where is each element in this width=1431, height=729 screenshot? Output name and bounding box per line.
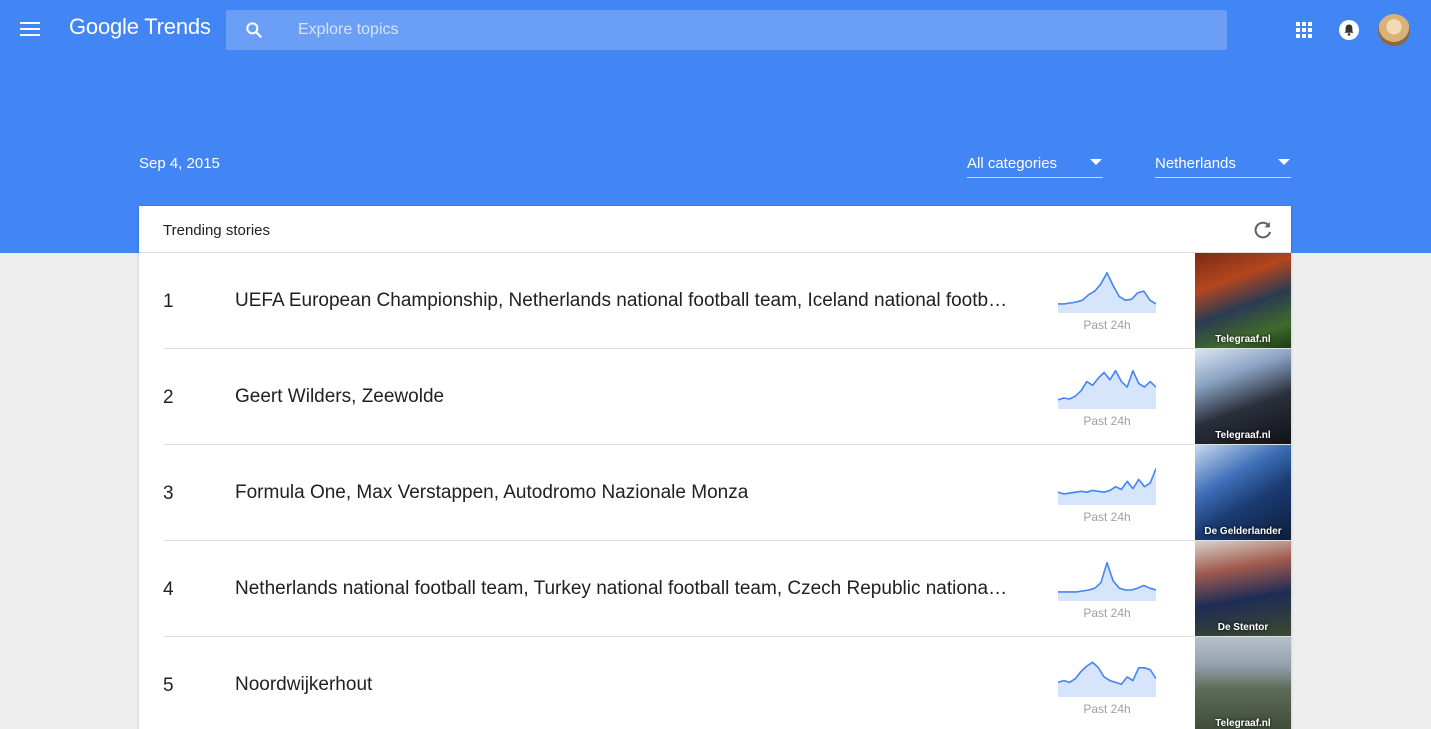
image-source-label: Telegraaf.nl xyxy=(1215,334,1271,345)
search-input[interactable] xyxy=(298,10,1198,50)
image-source-label: De Stentor xyxy=(1217,622,1269,633)
story-title[interactable]: Noordwijkerhout xyxy=(235,674,1010,696)
country-dropdown-label: Netherlands xyxy=(1155,155,1236,172)
story-title[interactable]: UEFA European Championship, Netherlands … xyxy=(235,290,1010,312)
google-trends-logo[interactable]: Google Trends xyxy=(69,14,211,40)
story-title[interactable]: Geert Wilders, Zeewolde xyxy=(235,386,1010,408)
story-thumbnail[interactable]: De Gelderlander xyxy=(1195,445,1291,540)
story-rank: 4 xyxy=(163,579,174,600)
story-row[interactable]: 5 Noordwijkerhout Past 24h Telegraaf.nl xyxy=(139,637,1291,729)
image-source-label: De Gelderlander xyxy=(1204,526,1282,537)
story-row[interactable]: 3 Formula One, Max Verstappen, Autodromo… xyxy=(139,445,1291,541)
category-dropdown[interactable]: All categories xyxy=(967,150,1103,178)
sparkline-label: Past 24h xyxy=(1083,606,1131,620)
sparkline-label: Past 24h xyxy=(1083,510,1131,524)
date-label: Sep 4, 2015 xyxy=(139,155,220,172)
story-rank: 2 xyxy=(163,387,174,408)
sparkline-area xyxy=(1058,562,1156,601)
trending-stories-card: Trending stories 1 UEFA European Champio… xyxy=(139,206,1291,729)
story-rank: 3 xyxy=(163,483,174,504)
dropdown-arrow-icon xyxy=(1090,159,1102,165)
country-dropdown[interactable]: Netherlands xyxy=(1155,150,1291,178)
story-row[interactable]: 4 Netherlands national football team, Tu… xyxy=(139,541,1291,637)
sparkline-area xyxy=(1058,272,1156,313)
sparkline-chart xyxy=(1058,561,1156,601)
search-bar[interactable] xyxy=(226,10,1227,50)
card-title: Trending stories xyxy=(163,222,270,239)
story-thumbnail[interactable]: Telegraaf.nl xyxy=(1195,253,1291,348)
story-title[interactable]: Netherlands national football team, Turk… xyxy=(235,578,1010,600)
image-source-label: Telegraaf.nl xyxy=(1215,430,1271,441)
card-header: Trending stories xyxy=(139,206,1291,253)
story-thumbnail[interactable]: De Stentor xyxy=(1195,541,1291,636)
story-row[interactable]: 1 UEFA European Championship, Netherland… xyxy=(139,253,1291,349)
story-rank: 5 xyxy=(163,675,174,696)
story-title[interactable]: Formula One, Max Verstappen, Autodromo N… xyxy=(235,482,1010,504)
apps-grid-icon[interactable] xyxy=(1296,22,1312,38)
category-dropdown-label: All categories xyxy=(967,155,1058,172)
sparkline-label: Past 24h xyxy=(1083,702,1131,716)
sparkline-label: Past 24h xyxy=(1083,414,1131,428)
dropdown-arrow-icon xyxy=(1278,159,1290,165)
search-icon[interactable] xyxy=(244,20,264,40)
story-thumbnail[interactable]: Telegraaf.nl xyxy=(1195,349,1291,444)
sparkline-chart xyxy=(1058,369,1156,409)
sparkline-chart xyxy=(1058,468,1156,505)
story-thumbnail[interactable]: Telegraaf.nl xyxy=(1195,637,1291,729)
notifications-bell-icon[interactable] xyxy=(1339,20,1359,40)
sparkline-area xyxy=(1058,468,1156,505)
image-source-label: Telegraaf.nl xyxy=(1215,718,1271,729)
user-avatar[interactable] xyxy=(1378,14,1410,46)
refresh-icon[interactable] xyxy=(1252,219,1274,241)
sparkline-label: Past 24h xyxy=(1083,318,1131,332)
story-row[interactable]: 2 Geert Wilders, Zeewolde Past 24h Teleg… xyxy=(139,349,1291,445)
sparkline-chart xyxy=(1058,272,1156,313)
menu-icon[interactable] xyxy=(20,19,42,39)
sparkline-chart xyxy=(1058,661,1156,697)
story-rank: 1 xyxy=(163,291,174,312)
